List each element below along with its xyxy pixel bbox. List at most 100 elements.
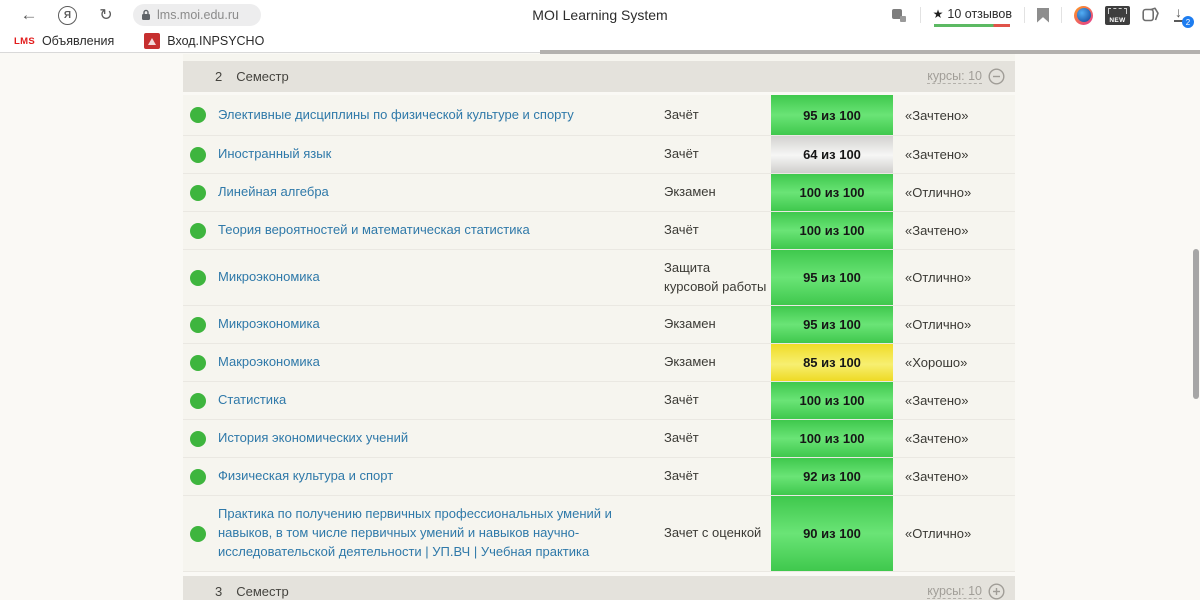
assessment-type: Зачёт xyxy=(664,430,699,446)
score-badge: 95 из 100 xyxy=(771,250,893,305)
grade-text: «Отлично» xyxy=(905,270,972,285)
grade-text: «Хорошо» xyxy=(905,355,968,370)
grade-text: «Отлично» xyxy=(905,317,972,332)
assessment-type: Экзамен xyxy=(664,184,716,200)
course-link[interactable]: Элективные дисциплины по физической куль… xyxy=(218,106,660,125)
assessment-type: Экзамен xyxy=(664,354,716,370)
table-row: Микроэкономика Экзамен 95 из 100 «Отличн… xyxy=(183,306,1015,344)
status-dot-icon xyxy=(190,430,206,447)
star-icon: ★ xyxy=(932,7,944,21)
course-link[interactable]: Статистика xyxy=(218,391,660,410)
course-link[interactable]: Макроэкономика xyxy=(218,353,660,372)
semester-3-header: 3 Семестр курсы: 10 xyxy=(183,576,1015,600)
bookmark-icon[interactable] xyxy=(1037,7,1049,23)
assessment-type: Зачет с оценкой xyxy=(664,525,762,541)
divider xyxy=(1024,7,1025,23)
course-link[interactable]: Физическая культура и спорт xyxy=(218,467,660,486)
assessment-type: Защита курсовой работы xyxy=(664,260,767,294)
address-bar[interactable]: lms.moi.edu.ru xyxy=(133,4,261,26)
courses-count-link[interactable]: курсы: 10 xyxy=(927,69,982,84)
yandex-browser-icon[interactable]: Я xyxy=(58,5,77,25)
page-content: 2 Семестр курсы: 10 Элективные дисциплин… xyxy=(0,54,1200,600)
divider xyxy=(919,7,921,23)
table-row: Практика по получению первичных професси… xyxy=(183,496,1015,572)
downloads-count-badge: 2 xyxy=(1182,16,1194,28)
rating-bar xyxy=(934,24,1011,27)
grade-text: «Зачтено» xyxy=(905,469,969,484)
grade-text: «Зачтено» xyxy=(905,393,969,408)
url-text: lms.moi.edu.ru xyxy=(157,8,239,22)
browser-chrome: ← Я ↻ lms.moi.edu.ru MOI Learning System… xyxy=(0,0,1200,30)
tag-icon[interactable] xyxy=(1142,7,1160,23)
course-link[interactable]: Иностранный язык xyxy=(218,145,660,164)
table-row: Элективные дисциплины по физической куль… xyxy=(183,95,1015,136)
grade-text: «Отлично» xyxy=(905,526,972,541)
extension-circle-icon[interactable] xyxy=(1074,5,1093,25)
grade-text: «Зачтено» xyxy=(905,107,969,123)
score-badge: 90 из 100 xyxy=(771,496,893,571)
vertical-scrollbar-thumb[interactable] xyxy=(1193,249,1199,399)
inpsycho-favicon xyxy=(144,33,161,49)
course-link[interactable]: Теория вероятностей и математическая ста… xyxy=(218,221,660,240)
assessment-type: Зачёт xyxy=(664,106,699,122)
collapse-icon[interactable] xyxy=(988,68,1005,85)
grade-text: «Отлично» xyxy=(905,185,972,200)
clipped-row xyxy=(183,54,1015,61)
status-dot-icon xyxy=(190,269,206,286)
bookmark-item-inpsycho[interactable]: Вход.INPSYCHO xyxy=(140,33,268,49)
status-dot-icon xyxy=(190,146,206,163)
back-icon[interactable]: ← xyxy=(12,2,46,28)
assessment-type: Зачёт xyxy=(664,146,699,162)
grade-text: «Зачтено» xyxy=(905,147,969,162)
score-badge: 100 из 100 xyxy=(771,420,893,457)
bookmark-item-announcements[interactable]: LMS Объявления xyxy=(10,34,118,48)
divider xyxy=(1061,7,1062,23)
lock-icon xyxy=(141,9,151,21)
lms-favicon: LMS xyxy=(14,35,35,47)
score-badge: 95 из 100 xyxy=(771,306,893,343)
protect-icon[interactable] xyxy=(891,8,908,23)
assessment-type: Экзамен xyxy=(664,316,716,332)
table-row: История экономических учений Зачёт 100 и… xyxy=(183,420,1015,458)
status-dot-icon xyxy=(190,316,206,333)
status-dot-icon xyxy=(190,354,206,371)
new-badge: NEW xyxy=(1109,16,1126,24)
course-link[interactable]: Микроэкономика xyxy=(218,315,660,334)
score-badge: 95 из 100 xyxy=(771,95,893,135)
status-dot-icon xyxy=(190,107,206,123)
table-row: Иностранный язык Зачёт 64 из 100 «Зачтен… xyxy=(183,136,1015,174)
assessment-type: Зачёт xyxy=(664,392,699,408)
grade-text: «Зачтено» xyxy=(905,431,969,446)
expand-icon[interactable] xyxy=(988,583,1005,600)
courses-count-link[interactable]: курсы: 10 xyxy=(927,584,982,599)
status-dot-icon xyxy=(190,468,206,485)
course-link[interactable]: История экономических учений xyxy=(218,429,660,448)
status-dot-icon xyxy=(190,392,206,409)
grades-table: 2 Семестр курсы: 10 Элективные дисциплин… xyxy=(183,54,1015,600)
table-row: Линейная алгебра Экзамен 100 из 100 «Отл… xyxy=(183,174,1015,212)
course-link[interactable]: Практика по получению первичных професси… xyxy=(218,505,660,562)
assessment-type: Зачёт xyxy=(664,468,699,484)
score-badge: 64 из 100 xyxy=(771,136,893,173)
semester-2-header: 2 Семестр курсы: 10 xyxy=(183,61,1015,92)
score-badge: 100 из 100 xyxy=(771,382,893,419)
refresh-icon[interactable]: ↻ xyxy=(89,2,123,28)
table-row: Микроэкономика Защита курсовой работы 95… xyxy=(183,250,1015,306)
table-row: Физическая культура и спорт Зачёт 92 из … xyxy=(183,458,1015,496)
status-dot-icon xyxy=(190,222,206,239)
downloads-icon[interactable]: ↓ 2 xyxy=(1172,4,1194,28)
site-reviews[interactable]: ★ 10 отзывов xyxy=(933,7,1012,27)
score-badge: 85 из 100 xyxy=(771,344,893,381)
grade-text: «Зачтено» xyxy=(905,223,969,238)
table-row: Макроэкономика Экзамен 85 из 100 «Хорошо… xyxy=(183,344,1015,382)
course-link[interactable]: Микроэкономика xyxy=(218,268,660,287)
status-dot-icon xyxy=(190,525,206,542)
page-title: MOI Learning System xyxy=(532,7,668,23)
score-badge: 100 из 100 xyxy=(771,212,893,249)
reviews-label: 10 отзывов xyxy=(947,7,1012,21)
status-dot-icon xyxy=(190,184,206,201)
table-row: Статистика Зачёт 100 из 100 «Зачтено» xyxy=(183,382,1015,420)
course-link[interactable]: Линейная алгебра xyxy=(218,183,660,202)
score-badge: 92 из 100 xyxy=(771,458,893,495)
video-downloader-new-icon[interactable]: NEW xyxy=(1105,5,1130,25)
